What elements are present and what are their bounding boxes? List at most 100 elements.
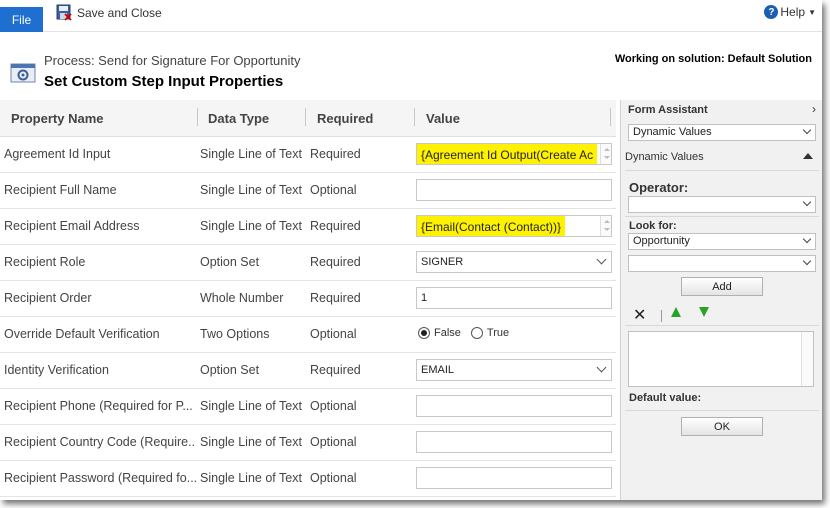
dynamic-values-section-label: Dynamic Values bbox=[625, 151, 704, 163]
column-header-value[interactable]: Value bbox=[426, 111, 460, 126]
required-status: Optional bbox=[310, 471, 357, 485]
save-and-close-button[interactable]: Save and Close bbox=[56, 4, 162, 21]
ok-button[interactable]: OK bbox=[681, 417, 763, 436]
collapse-arrow-icon[interactable]: › bbox=[812, 102, 816, 116]
agreement-id-input-field[interactable]: {Agreement Id Output(Create Ac bbox=[416, 143, 612, 165]
file-tab[interactable]: File bbox=[0, 7, 43, 32]
look-for-select[interactable]: Opportunity bbox=[628, 233, 816, 250]
scroll-arrows-icon[interactable] bbox=[600, 144, 611, 164]
save-close-icon bbox=[56, 4, 72, 21]
data-type: Single Line of Text bbox=[200, 183, 302, 197]
data-type: Whole Number bbox=[200, 291, 284, 305]
table-row: Recipient Country Code (Require... Singl… bbox=[0, 425, 616, 461]
properties-grid: Property Name Data Type Required Value A… bbox=[0, 100, 616, 497]
required-status: Required bbox=[310, 255, 361, 269]
property-name: Recipient Role bbox=[4, 255, 86, 269]
required-status: Optional bbox=[310, 435, 357, 449]
data-type: Two Options bbox=[200, 327, 270, 341]
property-name: Override Default Verification bbox=[4, 327, 160, 341]
recipient-country-code-field[interactable] bbox=[416, 431, 612, 453]
divider bbox=[625, 170, 819, 171]
recipient-role-select[interactable]: SIGNER bbox=[416, 251, 612, 273]
dynamic-value-token: {Email(Contact (Contact))} bbox=[417, 216, 566, 236]
scroll-arrows-icon[interactable] bbox=[600, 216, 611, 236]
ribbon: File Save and Close ? Help ▼ bbox=[0, 0, 822, 32]
data-type: Single Line of Text bbox=[200, 399, 302, 413]
scrollbar[interactable] bbox=[801, 332, 813, 386]
required-status: Required bbox=[310, 363, 361, 377]
page-title: Set Custom Step Input Properties bbox=[44, 73, 284, 90]
recipient-full-name-field[interactable] bbox=[416, 179, 612, 201]
true-radio[interactable] bbox=[470, 327, 483, 339]
column-divider[interactable] bbox=[197, 108, 198, 126]
recipient-phone-field[interactable] bbox=[416, 395, 612, 417]
column-header-data-type[interactable]: Data Type bbox=[208, 111, 269, 126]
selected-option: Opportunity bbox=[633, 235, 690, 247]
form-assistant-panel: Form Assistant › Dynamic Values Dynamic … bbox=[620, 100, 822, 500]
recipient-order-field[interactable]: 1 bbox=[416, 287, 612, 309]
grid-header: Property Name Data Type Required Value bbox=[0, 100, 616, 137]
required-status: Required bbox=[310, 147, 361, 161]
field-select[interactable] bbox=[628, 255, 816, 272]
identity-verification-select[interactable]: EMAIL bbox=[416, 359, 612, 381]
false-radio-label[interactable]: False bbox=[434, 327, 461, 339]
data-type: Single Line of Text bbox=[200, 471, 302, 485]
column-divider[interactable] bbox=[610, 108, 611, 126]
chevron-down-icon: ▼ bbox=[808, 7, 816, 17]
form-assistant-title: Form Assistant bbox=[628, 104, 708, 116]
recipient-email-field[interactable]: {Email(Contact (Contact))} bbox=[416, 215, 612, 237]
table-row: Override Default Verification Two Option… bbox=[0, 317, 616, 353]
default-value-label: Default value: bbox=[629, 392, 702, 404]
data-type: Option Set bbox=[200, 255, 260, 269]
divider bbox=[625, 410, 819, 411]
data-type: Option Set bbox=[200, 363, 260, 377]
recipient-password-field[interactable] bbox=[416, 467, 612, 489]
table-row: Recipient Full Name Single Line of Text … bbox=[0, 173, 616, 209]
help-menu[interactable]: ? Help ▼ bbox=[764, 5, 816, 19]
property-name: Recipient Phone (Required for P... bbox=[4, 399, 193, 413]
property-name: Recipient Order bbox=[4, 291, 92, 305]
chevron-down-icon bbox=[802, 197, 812, 207]
process-icon bbox=[10, 62, 36, 84]
property-name: Recipient Country Code (Require... bbox=[4, 435, 196, 449]
chevron-down-icon bbox=[802, 256, 812, 266]
dynamic-value-token: {Agreement Id Output(Create Ac bbox=[417, 144, 597, 164]
column-divider[interactable] bbox=[305, 108, 306, 126]
solution-indicator: Working on solution: Default Solution bbox=[614, 53, 812, 65]
chevron-down-icon bbox=[802, 125, 812, 135]
divider bbox=[625, 325, 819, 326]
chevron-down-icon bbox=[802, 234, 812, 244]
column-divider[interactable] bbox=[414, 108, 415, 126]
column-header-property-name[interactable]: Property Name bbox=[11, 111, 103, 126]
section-collapse-icon[interactable] bbox=[803, 153, 813, 159]
table-row: Recipient Email Address Single Line of T… bbox=[0, 209, 616, 245]
delete-icon[interactable]: ✕ bbox=[633, 305, 646, 325]
operator-select[interactable] bbox=[628, 196, 816, 213]
property-name: Recipient Full Name bbox=[4, 183, 117, 197]
help-label: Help bbox=[780, 5, 806, 19]
table-row: Recipient Phone (Required for P... Singl… bbox=[0, 389, 616, 425]
selected-option: EMAIL bbox=[421, 364, 455, 376]
process-subtitle: Process: Send for Signature For Opportun… bbox=[44, 53, 301, 68]
required-status: Required bbox=[310, 219, 361, 233]
property-name: Recipient Email Address bbox=[4, 219, 140, 233]
column-header-required[interactable]: Required bbox=[317, 111, 373, 126]
move-up-icon[interactable] bbox=[671, 307, 681, 317]
table-row: Recipient Role Option Set Required SIGNE… bbox=[0, 245, 616, 281]
selected-option: Dynamic Values bbox=[633, 126, 712, 138]
help-icon: ? bbox=[764, 5, 779, 19]
move-down-icon[interactable] bbox=[699, 307, 709, 317]
false-radio[interactable] bbox=[418, 327, 430, 339]
add-button[interactable]: Add bbox=[681, 277, 763, 296]
data-type: Single Line of Text bbox=[200, 219, 302, 233]
operator-label: Operator: bbox=[629, 180, 689, 195]
data-type: Single Line of Text bbox=[200, 435, 302, 449]
table-row: Identity Verification Option Set Require… bbox=[0, 353, 616, 389]
required-status: Optional bbox=[310, 183, 357, 197]
dynamic-values-list[interactable] bbox=[628, 331, 814, 387]
required-status: Optional bbox=[310, 327, 357, 341]
true-radio-label[interactable]: True bbox=[487, 327, 509, 339]
chevron-down-icon bbox=[596, 254, 607, 265]
look-for-label: Look for: bbox=[629, 220, 677, 232]
dynamic-values-select[interactable]: Dynamic Values bbox=[628, 124, 816, 141]
